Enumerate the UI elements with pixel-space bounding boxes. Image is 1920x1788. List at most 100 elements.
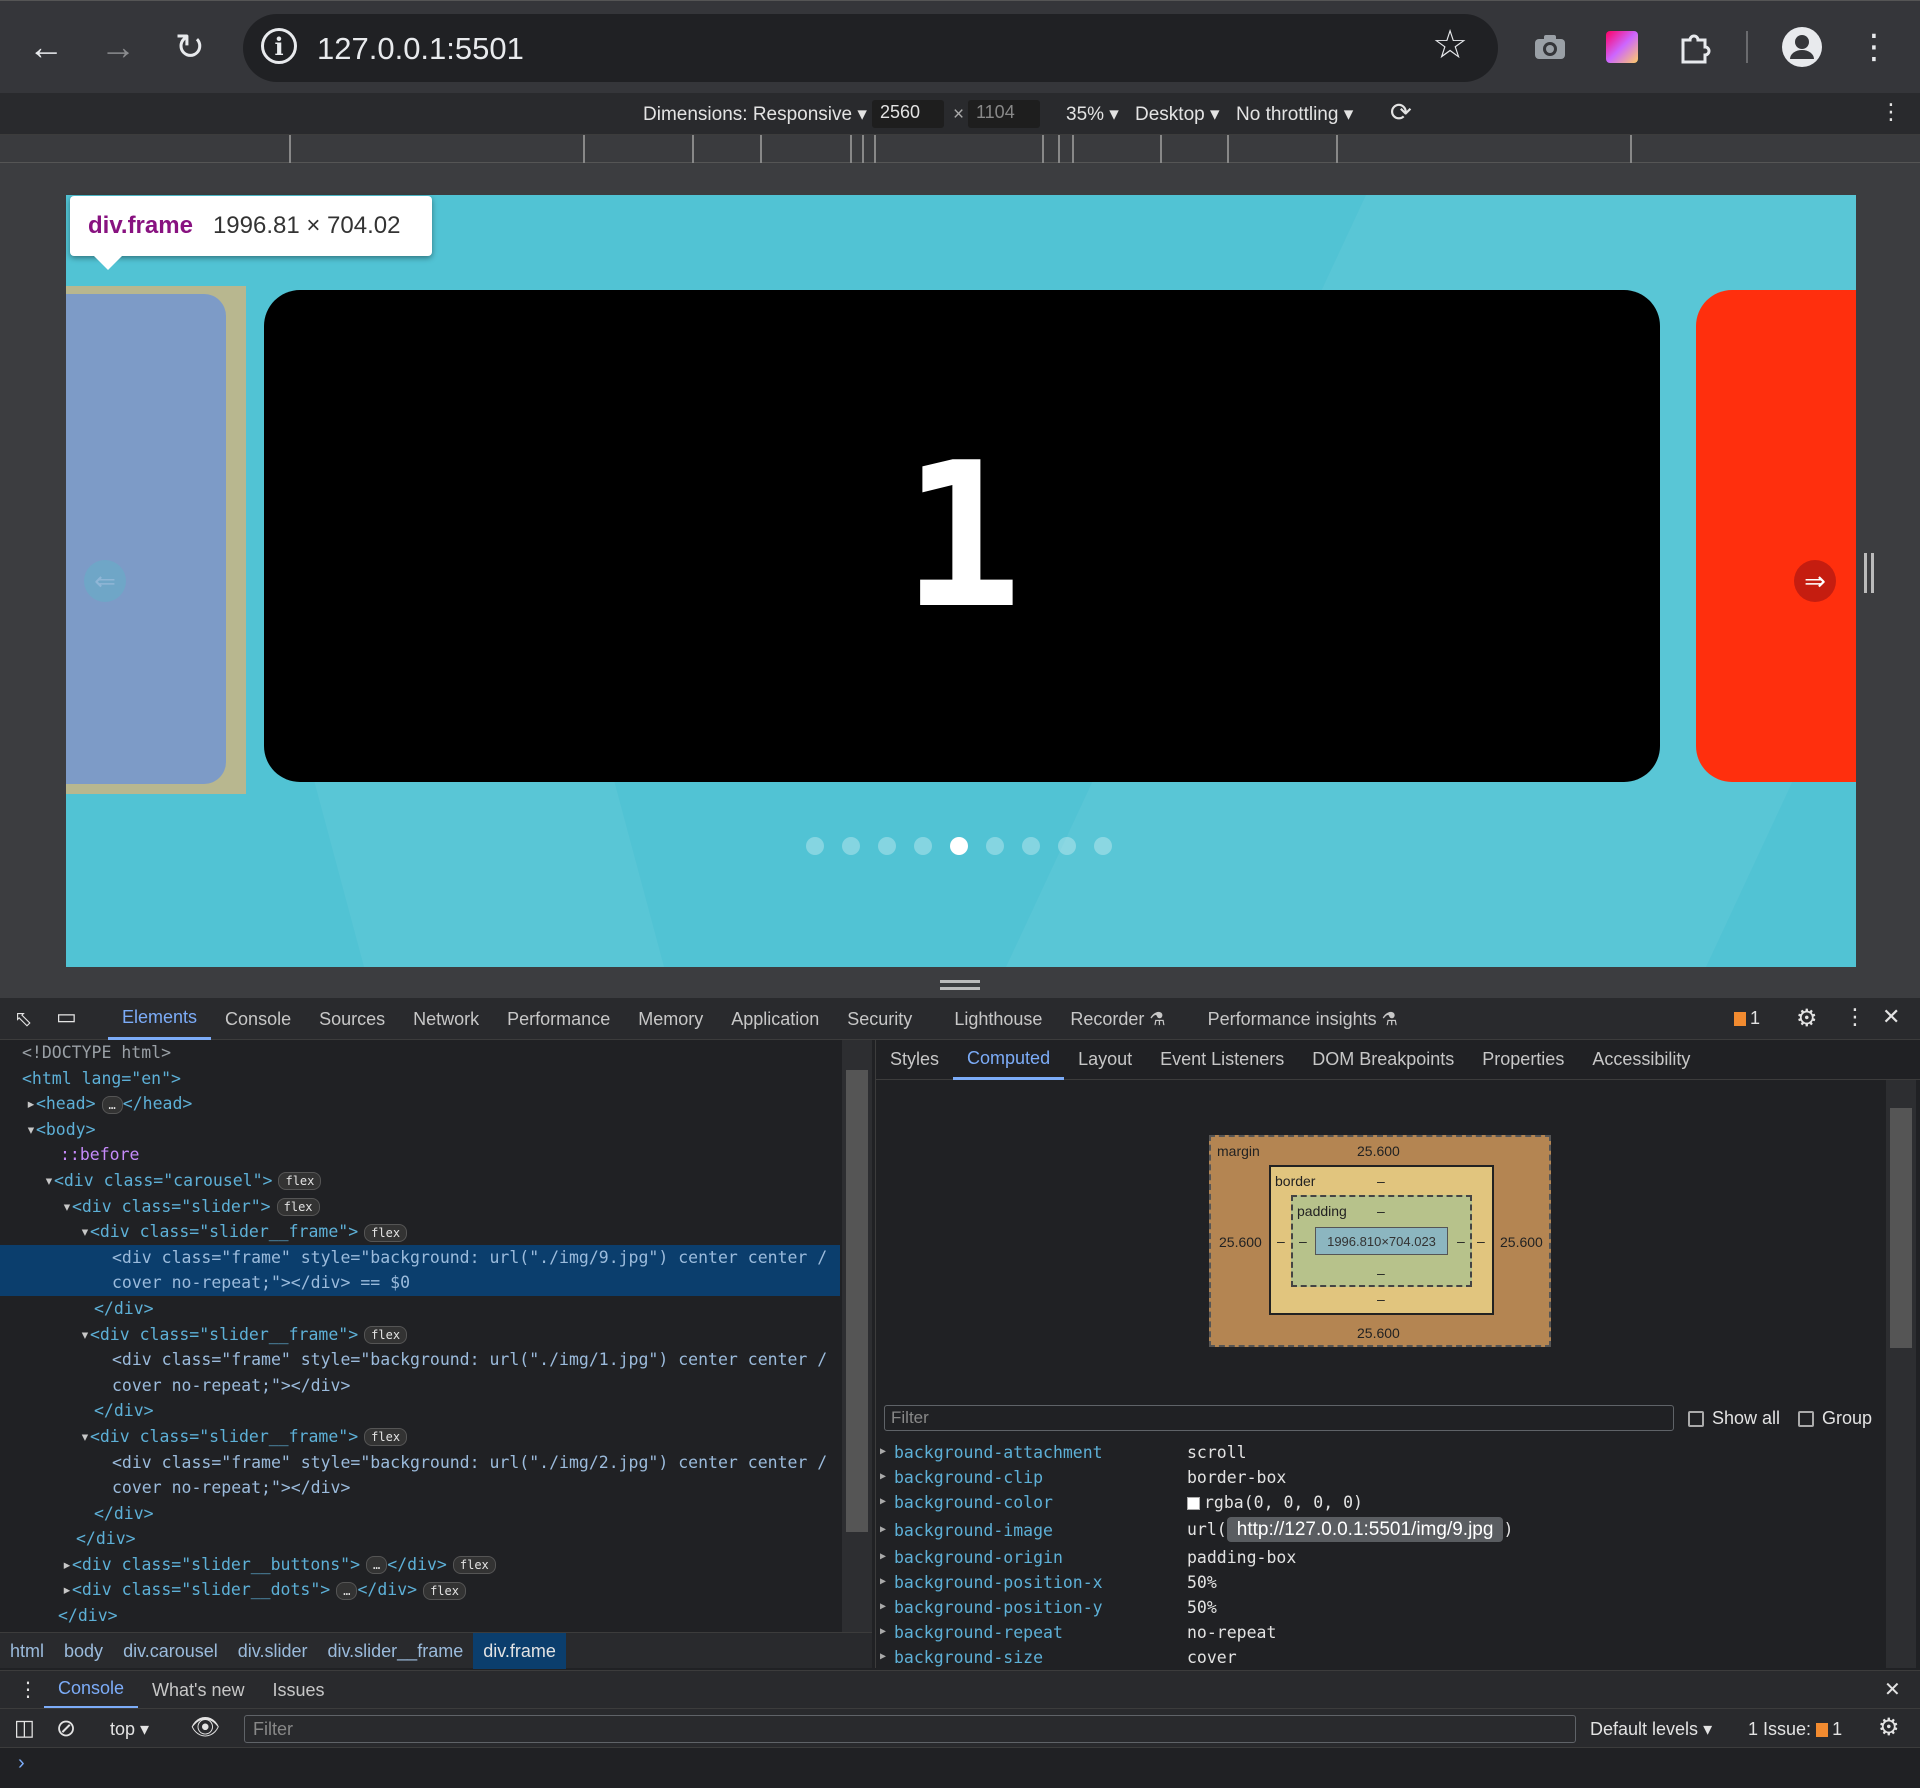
eye-icon[interactable]: 👁: [190, 1713, 220, 1742]
margin-right[interactable]: 25.600: [1500, 1234, 1543, 1250]
dom-close[interactable]: </div>: [0, 1398, 840, 1424]
color-swatch[interactable]: [1187, 1497, 1200, 1510]
sidepane-tab-computed[interactable]: Computed: [953, 1040, 1065, 1080]
show-all-checkbox[interactable]: Show all: [1688, 1408, 1780, 1429]
tab-network[interactable]: Network: [399, 998, 493, 1040]
camera-icon[interactable]: [1528, 25, 1572, 69]
padding-top[interactable]: –: [1377, 1203, 1385, 1219]
dom-html[interactable]: <html lang="en">: [0, 1066, 840, 1092]
console-settings-icon[interactable]: ⚙: [1878, 1713, 1900, 1742]
computed-property-row[interactable]: background-attachmentscroll: [876, 1440, 1886, 1465]
prev-arrow-button[interactable]: ⇐: [84, 560, 126, 602]
dom-before[interactable]: ::before: [0, 1142, 840, 1168]
width-input[interactable]: 2560: [872, 100, 944, 128]
issues-badge[interactable]: 1: [1734, 1008, 1760, 1029]
frame-left[interactable]: [66, 294, 226, 784]
default-levels-dropdown[interactable]: Default levels: [1590, 1719, 1712, 1740]
slider-dot[interactable]: [914, 837, 932, 855]
sidepane-tab-properties[interactable]: Properties: [1468, 1040, 1578, 1080]
sidepane-tab-layout[interactable]: Layout: [1064, 1040, 1146, 1080]
margin-left[interactable]: 25.600: [1219, 1234, 1262, 1250]
dom-slider-dots[interactable]: ▸<div class="slider__dots">… </div> flex: [0, 1577, 840, 1603]
slider-dot[interactable]: [1022, 837, 1040, 855]
tab-security[interactable]: Security: [833, 998, 926, 1040]
dom-slider-frame[interactable]: ▾<div class="slider__frame"> flex: [0, 1322, 840, 1348]
padding-left[interactable]: –: [1299, 1233, 1307, 1249]
dom-close[interactable]: </div>: [0, 1296, 840, 1322]
resize-handle-right[interactable]: [1864, 553, 1874, 593]
dom-close[interactable]: </div>: [0, 1603, 840, 1629]
settings-gear-icon[interactable]: ⚙: [1796, 1004, 1818, 1033]
computed-property-row[interactable]: background-originpadding-box: [876, 1545, 1886, 1570]
frame-main[interactable]: 1: [264, 290, 1660, 782]
kebab-menu-icon[interactable]: ⋮: [1852, 25, 1896, 69]
extension-icon[interactable]: [1600, 25, 1644, 69]
forward-arrow-icon[interactable]: →: [94, 23, 142, 71]
tab-elements[interactable]: Elements: [108, 998, 212, 1040]
padding-bottom[interactable]: –: [1377, 1265, 1385, 1281]
dom-slider-frame[interactable]: ▾<div class="slider__frame"> flex: [0, 1424, 840, 1450]
height-input[interactable]: 1104: [968, 100, 1040, 128]
dom-close[interactable]: </div>: [0, 1526, 840, 1552]
group-checkbox[interactable]: Group: [1798, 1408, 1872, 1429]
star-icon[interactable]: ☆: [1432, 22, 1468, 68]
info-icon[interactable]: i: [261, 28, 297, 64]
sidepane-tab-styles[interactable]: Styles: [876, 1040, 953, 1080]
sidepane-tab-event-listeners[interactable]: Event Listeners: [1146, 1040, 1298, 1080]
zoom-dropdown[interactable]: 35%: [1066, 103, 1119, 126]
border-top[interactable]: –: [1377, 1173, 1385, 1189]
dom-body[interactable]: ▾<body>: [0, 1117, 840, 1143]
reload-icon[interactable]: ↻: [166, 23, 214, 71]
url-text[interactable]: 127.0.0.1:5501: [317, 31, 524, 67]
dom-close[interactable]: </div>: [0, 1501, 840, 1527]
tab-console[interactable]: Console: [211, 998, 305, 1040]
dom-frame[interactable]: <div class="frame" style="background: ur…: [0, 1450, 840, 1476]
context-dropdown[interactable]: top: [110, 1719, 149, 1740]
box-model-content[interactable]: 1996.810×704.023: [1315, 1227, 1448, 1255]
dom-slider-frame[interactable]: ▾<div class="slider__frame"> flex: [0, 1219, 840, 1245]
puzzle-icon[interactable]: [1672, 25, 1716, 69]
margin-bottom[interactable]: 25.600: [1357, 1325, 1400, 1341]
dimensions-dropdown[interactable]: Dimensions: Responsive: [643, 103, 867, 126]
border-bottom[interactable]: –: [1377, 1291, 1385, 1307]
computed-property-row[interactable]: background-sizecover: [876, 1645, 1886, 1670]
breadcrumb-item[interactable]: div.carousel: [113, 1633, 228, 1669]
dom-slider[interactable]: ▾<div class="slider"> flex: [0, 1194, 840, 1220]
tab-recorder[interactable]: Recorder ⚗: [1056, 998, 1179, 1040]
device-toggle-icon[interactable]: ▭: [56, 1004, 77, 1030]
next-arrow-button[interactable]: ⇒: [1794, 560, 1836, 602]
computed-property-row[interactable]: background-repeatno-repeat: [876, 1620, 1886, 1645]
breadcrumb-item[interactable]: body: [54, 1633, 113, 1669]
slider-dot[interactable]: [950, 837, 968, 855]
slider-dot[interactable]: [1058, 837, 1076, 855]
tab-application[interactable]: Application: [717, 998, 833, 1040]
dom-frame[interactable]: <div class="frame" style="background: ur…: [0, 1347, 840, 1373]
dom-carousel[interactable]: ▾<div class="carousel"> flex: [0, 1168, 840, 1194]
box-model-padding[interactable]: padding – – – – 1996.810×704.023: [1291, 1195, 1472, 1287]
slider-dot[interactable]: [986, 837, 1004, 855]
breadcrumb-item[interactable]: html: [0, 1633, 54, 1669]
elements-scrollbar[interactable]: [842, 1040, 872, 1632]
inspect-element-icon[interactable]: ⬁: [14, 1006, 32, 1032]
devtools-more-icon[interactable]: ⋮: [1844, 1004, 1866, 1030]
slider-dot[interactable]: [878, 837, 896, 855]
margin-top[interactable]: 25.600: [1357, 1143, 1400, 1159]
sidepane-scrollbar[interactable]: [1886, 1080, 1916, 1668]
dom-frame-selected[interactable]: <div class="frame" style="background: ur…: [0, 1244, 840, 1271]
sidebar-toggle-icon[interactable]: ◫: [14, 1715, 35, 1741]
dom-frame-selected-cont[interactable]: cover no-repeat;"></div> == $0: [0, 1270, 840, 1296]
elements-tree[interactable]: <!DOCTYPE html> <html lang="en"> ▸<head>…: [0, 1040, 840, 1632]
computed-filter-input[interactable]: Filter: [884, 1405, 1674, 1431]
computed-property-row[interactable]: background-clipborder-box: [876, 1465, 1886, 1490]
scroll-thumb[interactable]: [846, 1070, 868, 1532]
breadcrumb-item[interactable]: div.frame: [473, 1633, 566, 1669]
profile-icon[interactable]: [1780, 25, 1824, 69]
media-query-ruler[interactable]: [0, 135, 1920, 163]
throttling-dropdown[interactable]: No throttling: [1236, 103, 1353, 126]
tab-lighthouse[interactable]: Lighthouse: [940, 998, 1056, 1040]
drawer-tab-issues[interactable]: Issues: [259, 1671, 339, 1709]
padding-right[interactable]: –: [1457, 1233, 1465, 1249]
computed-property-row[interactable]: background-position-y50%: [876, 1595, 1886, 1620]
dom-doctype[interactable]: <!DOCTYPE html>: [0, 1040, 840, 1066]
drawer-tab-what-s-new[interactable]: What's new: [138, 1671, 258, 1709]
